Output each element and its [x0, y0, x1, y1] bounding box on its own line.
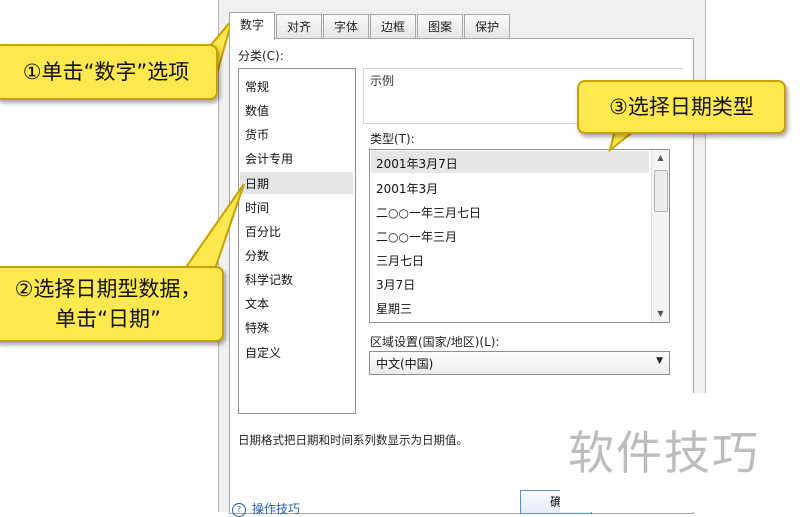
- category-label: 分类(C):: [238, 49, 284, 63]
- callout-step-3: ③选择日期类型: [577, 80, 786, 134]
- type-item[interactable]: 2001年3月: [376, 180, 438, 197]
- callout-step-2-line-1: ②选择日期型数据，: [14, 277, 202, 301]
- category-item-time[interactable]: 时间: [245, 199, 269, 216]
- category-item-number[interactable]: 数值: [245, 102, 269, 119]
- category-item-currency[interactable]: 货币: [245, 126, 269, 143]
- tab-font[interactable]: 字体: [323, 14, 370, 39]
- type-item[interactable]: 星期三: [376, 300, 412, 317]
- callout-step-1-text: ①单击“数字”选项: [22, 60, 190, 84]
- help-icon: ?: [232, 502, 246, 517]
- sample-label: 示例: [370, 72, 399, 89]
- type-list[interactable]: 2001年3月7日 2001年3月 二○○一年三月七日 二○○一年三月 三月七日…: [369, 149, 670, 323]
- category-item-custom[interactable]: 自定义: [245, 344, 281, 361]
- category-item-date[interactable]: 日期: [245, 175, 269, 192]
- type-item[interactable]: 二○○一年三月: [376, 228, 457, 245]
- type-item[interactable]: 2001年3月7日: [376, 155, 458, 172]
- tab-number[interactable]: 数字: [229, 12, 276, 40]
- locale-label: 区域设置(国家/地区)(L):: [370, 335, 500, 349]
- callout-step-2: ②选择日期型数据， 单击“日期”: [0, 266, 224, 342]
- locale-value: 中文(中国): [376, 357, 434, 371]
- tab-bar: 数字 对齐 字体 边框 图案 保护: [229, 12, 511, 40]
- scrollbar-thumb[interactable]: [654, 170, 668, 212]
- type-item[interactable]: 三月七日: [376, 252, 424, 269]
- tab-pattern[interactable]: 图案: [417, 14, 464, 39]
- scroll-up-icon[interactable]: ▲: [652, 150, 669, 166]
- scroll-down-icon[interactable]: ▼: [652, 306, 669, 322]
- category-item-fraction[interactable]: 分数: [245, 247, 269, 264]
- watermark-text: 软件技巧: [568, 426, 760, 480]
- category-item-general[interactable]: 常规: [245, 78, 269, 95]
- tab-protection[interactable]: 保护: [464, 14, 511, 39]
- chevron-down-icon[interactable]: ▼: [656, 356, 663, 366]
- type-list-scrollbar[interactable]: ▲ ▼: [651, 150, 669, 322]
- callout-step-2-line-2: 单击“日期”: [55, 307, 161, 331]
- type-item[interactable]: 3月7日: [376, 276, 415, 293]
- watermark: 软件技巧: [560, 393, 800, 512]
- tips-label: 操作技巧: [252, 502, 301, 516]
- category-item-text[interactable]: 文本: [245, 295, 269, 312]
- tab-alignment[interactable]: 对齐: [276, 14, 323, 39]
- category-item-accounting[interactable]: 会计专用: [245, 150, 293, 167]
- callout-step-3-text: ③选择日期类型: [609, 95, 754, 119]
- tips-link[interactable]: ? 操作技巧: [232, 500, 300, 517]
- category-list[interactable]: 常规 数值 货币 会计专用 日期 时间 百分比 分数 科学记数 文本 特殊 自定…: [238, 68, 356, 414]
- category-item-percentage[interactable]: 百分比: [245, 223, 281, 240]
- callout-step-1: ①单击“数字”选项: [0, 44, 218, 100]
- type-item[interactable]: 二○○一年三月七日: [376, 204, 481, 221]
- tab-border[interactable]: 边框: [370, 14, 417, 39]
- type-label: 类型(T):: [370, 132, 415, 146]
- format-description: 日期格式把日期和时间系列数显示为日期值。: [238, 433, 468, 447]
- category-item-special[interactable]: 特殊: [245, 319, 269, 336]
- locale-select[interactable]: 中文(中国) ▼: [369, 351, 670, 375]
- category-item-scientific[interactable]: 科学记数: [245, 271, 293, 288]
